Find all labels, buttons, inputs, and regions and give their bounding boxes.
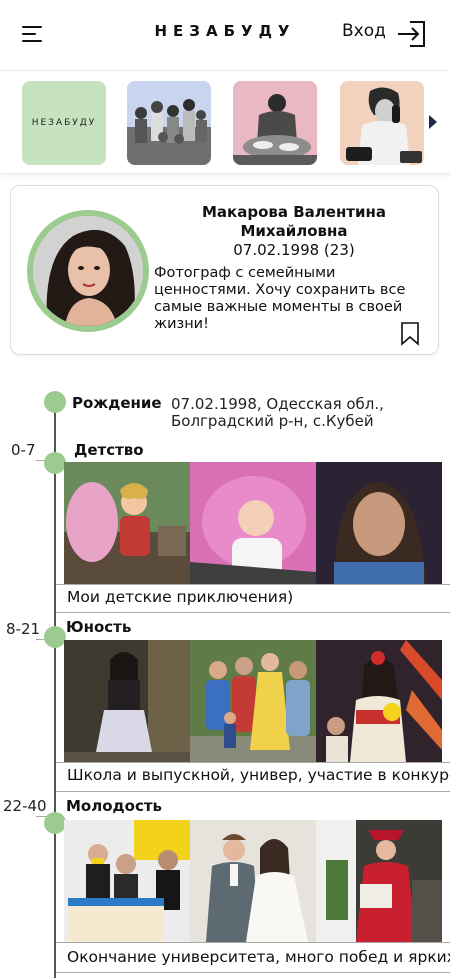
- timeline-dot-birth: [44, 391, 66, 413]
- profile-birthdate: 07.02.1998 (23): [233, 241, 355, 259]
- separator: [56, 762, 450, 763]
- story-logo-tile[interactable]: НЕЗАБУДУ: [22, 81, 106, 165]
- separator: [56, 942, 450, 943]
- timeline-line: [54, 400, 56, 978]
- profile-card: Макарова Валентина Михайловна 07.02.1998…: [10, 185, 439, 355]
- period-caption: Окончание университета, много побед и яр…: [67, 948, 450, 966]
- strip-next-arrow-icon[interactable]: [429, 115, 437, 129]
- photo[interactable]: [316, 462, 442, 584]
- period-photos: [64, 820, 450, 942]
- photo[interactable]: [64, 820, 190, 942]
- period-age: 8-21: [6, 620, 41, 638]
- period-title: Молодость: [66, 797, 163, 815]
- timeline-dot: [44, 812, 66, 834]
- period-title: Юность: [66, 618, 132, 636]
- timeline-dot: [44, 626, 66, 648]
- login-link[interactable]: Вход: [342, 21, 386, 41]
- period-caption: Мои детские приключения): [67, 588, 294, 606]
- birth-details: 07.02.1998, Одесская обл., Болградский р…: [171, 396, 384, 430]
- period-age: 0-7: [11, 441, 36, 459]
- photo[interactable]: [64, 640, 190, 762]
- stories-strip: НЕЗАБУДУ: [0, 70, 450, 174]
- photo[interactable]: [316, 640, 442, 762]
- photo[interactable]: [190, 640, 316, 762]
- bookmark-icon[interactable]: [400, 322, 420, 346]
- profile-bio: Фотограф с семейными ценностями. Хочу со…: [154, 265, 406, 332]
- separator: [56, 972, 450, 973]
- period-caption: Школа и выпускной, универ, участие в кон…: [67, 766, 450, 784]
- avatar-ring: [27, 210, 149, 332]
- birth-details-line1: 07.02.1998, Одесская обл.,: [171, 395, 384, 413]
- profile-name: Макарова Валентина Михайловна: [202, 203, 386, 240]
- story-logo-text: НЕЗАБУДУ: [31, 118, 97, 128]
- birth-details-line2: Болградский р-н, с.Кубей: [171, 412, 374, 430]
- app-header: НЕЗАБУДУ Вход: [0, 0, 450, 70]
- period-photos: [64, 462, 450, 584]
- avatar[interactable]: [33, 216, 143, 326]
- separator: [56, 612, 450, 613]
- photo[interactable]: [64, 462, 190, 584]
- photo[interactable]: [190, 462, 316, 584]
- story-phone-photo[interactable]: [340, 81, 424, 165]
- login-icon[interactable]: [396, 18, 428, 50]
- separator: [56, 791, 450, 792]
- period-age: 22-40: [3, 797, 47, 815]
- photo[interactable]: [316, 820, 442, 942]
- period-title: Детство: [74, 441, 144, 459]
- period-photos: [64, 640, 450, 762]
- story-kitchen-photo[interactable]: [233, 81, 317, 165]
- birth-title: Рождение: [72, 394, 162, 412]
- story-family-photo[interactable]: [127, 81, 211, 165]
- timeline-dot: [44, 452, 66, 474]
- photo[interactable]: [190, 820, 316, 942]
- separator: [56, 584, 450, 585]
